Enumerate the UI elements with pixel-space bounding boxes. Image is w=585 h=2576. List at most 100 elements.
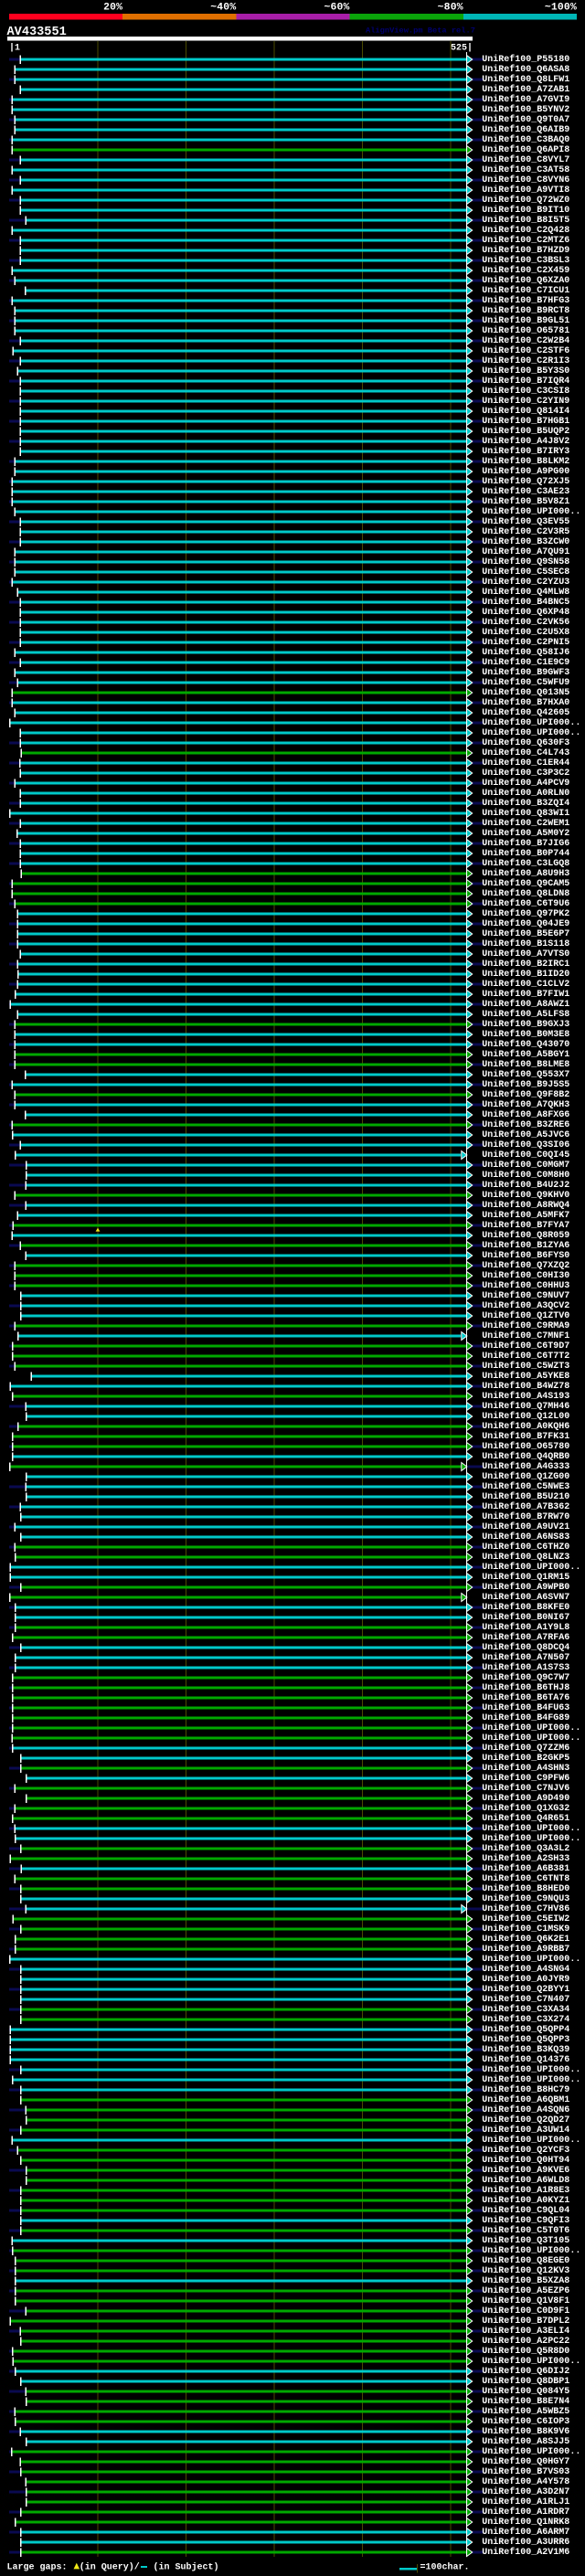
svg-text:UniRef100_Q8DCQ4: UniRef100_Q8DCQ4 <box>482 1642 569 1653</box>
svg-text:UniRef100_A5YKE8: UniRef100_A5YKE8 <box>482 1371 569 1382</box>
svg-text:UniRef100_C7HV86: UniRef100_C7HV86 <box>482 1903 569 1914</box>
svg-text:UniRef100_Q4R651: UniRef100_Q4R651 <box>482 1813 569 1824</box>
svg-text:UniRef100_B8HED0: UniRef100_B8HED0 <box>482 1883 569 1894</box>
svg-text:UniRef100_C1CLV2: UniRef100_C1CLV2 <box>482 979 569 990</box>
svg-text:UniRef100_C5NWE3: UniRef100_C5NWE3 <box>482 1481 569 1492</box>
svg-text:UniRef100_Q1ZTV0: UniRef100_Q1ZTV0 <box>482 1310 569 1321</box>
svg-text:UniRef100_A5JVC6: UniRef100_A5JVC6 <box>482 1129 569 1140</box>
svg-text:UniRef100_Q8LNZ3: UniRef100_Q8LNZ3 <box>482 1552 569 1563</box>
svg-text:UniRef100_Q12L00: UniRef100_Q12L00 <box>482 1411 569 1422</box>
svg-text:~40%: ~40% <box>210 3 236 14</box>
svg-text:UniRef100_Q5QPP3: UniRef100_Q5QPP3 <box>482 2034 569 2045</box>
svg-text:UniRef100_C6T9U6: UniRef100_C6T9U6 <box>482 898 569 909</box>
svg-text:UniRef100_Q04JE9: UniRef100_Q04JE9 <box>482 918 569 929</box>
svg-text:UniRef100_A6SVN7: UniRef100_A6SVN7 <box>482 1592 569 1603</box>
svg-text:UniRef100_Q814I4: UniRef100_Q814I4 <box>482 406 569 417</box>
svg-text:UniRef100_C3LGQ8: UniRef100_C3LGQ8 <box>482 858 569 869</box>
svg-text:UniRef100_Q8EGE0: UniRef100_Q8EGE0 <box>482 2255 569 2266</box>
svg-text:UniRef100_Q0HT94: UniRef100_Q0HT94 <box>482 2155 569 2166</box>
svg-text:UniRef100_UPI000..: UniRef100_UPI000.. <box>482 2074 580 2085</box>
svg-text:UniRef100_B7DPL2: UniRef100_B7DPL2 <box>482 2316 569 2327</box>
svg-text:UniRef100_Q6XP48: UniRef100_Q6XP48 <box>482 607 569 618</box>
svg-text:UniRef100_B7RW70: UniRef100_B7RW70 <box>482 1511 569 1522</box>
svg-text:UniRef100_C9NQU3: UniRef100_C9NQU3 <box>482 1893 569 1904</box>
svg-text:UniRef100_Q3T105: UniRef100_Q3T105 <box>482 2235 569 2246</box>
svg-text:UniRef100_A1RDR7: UniRef100_A1RDR7 <box>482 2507 569 2518</box>
svg-text:UniRef100_C2R1I3: UniRef100_C2R1I3 <box>482 355 569 366</box>
svg-text:UniRef100_Q0HGY7: UniRef100_Q0HGY7 <box>482 2456 569 2467</box>
svg-text:UniRef100_A7ZAB1: UniRef100_A7ZAB1 <box>482 84 569 95</box>
svg-text:UniRef100_A2PC22: UniRef100_A2PC22 <box>482 2336 569 2347</box>
svg-text:UniRef100_A4Y578: UniRef100_A4Y578 <box>482 2476 569 2487</box>
svg-text:UniRef100_Q58IJ6: UniRef100_Q58IJ6 <box>482 647 569 658</box>
svg-text:UniRef100_A0RLN0: UniRef100_A0RLN0 <box>482 788 569 799</box>
svg-text:UniRef100_A5EZP6: UniRef100_A5EZP6 <box>482 2285 569 2296</box>
svg-text:UniRef100_Q2BYY1: UniRef100_Q2BYY1 <box>482 1984 569 1995</box>
svg-text:UniRef100_Q9SN58: UniRef100_Q9SN58 <box>482 557 569 567</box>
svg-text:UniRef100_UPI000..: UniRef100_UPI000.. <box>482 2135 580 2146</box>
svg-text:UniRef100_A2V1M6: UniRef100_A2V1M6 <box>482 2547 569 2558</box>
svg-text:UniRef100_C1E9C9: UniRef100_C1E9C9 <box>482 657 569 668</box>
svg-text:UniRef100_UPI000..: UniRef100_UPI000.. <box>482 1733 580 1744</box>
svg-text:UniRef100_A6QBM1: UniRef100_A6QBM1 <box>482 2094 569 2105</box>
svg-text:UniRef100_Q8DBP1: UniRef100_Q8DBP1 <box>482 2376 569 2387</box>
svg-text:UniRef100_Q9T0A7: UniRef100_Q9T0A7 <box>482 114 569 125</box>
svg-text:UniRef100_Q5QPP4: UniRef100_Q5QPP4 <box>482 2024 569 2035</box>
svg-text:UniRef100_C3BSL3: UniRef100_C3BSL3 <box>482 255 569 266</box>
svg-text:UniRef100_Q72WZ0: UniRef100_Q72WZ0 <box>482 195 569 206</box>
svg-text:UniRef100_Q8LDN8: UniRef100_Q8LDN8 <box>482 888 569 899</box>
svg-text:UniRef100_A7GVI9: UniRef100_A7GVI9 <box>482 94 569 105</box>
svg-text:UniRef100_Q9C7W7: UniRef100_Q9C7W7 <box>482 1672 569 1683</box>
svg-text:UniRef100_UPI000..: UniRef100_UPI000.. <box>482 2064 580 2075</box>
svg-text:UniRef100_A2SH33: UniRef100_A2SH33 <box>482 1853 569 1864</box>
svg-text:UniRef100_UPI000..: UniRef100_UPI000.. <box>482 1562 580 1573</box>
svg-text:UniRef100_A9D490: UniRef100_A9D490 <box>482 1793 569 1804</box>
svg-text:~60%: ~60% <box>324 3 349 14</box>
svg-text:UniRef100_C0D9F1: UniRef100_C0D9F1 <box>482 2306 569 2316</box>
svg-text:UniRef100_B9J5S5: UniRef100_B9J5S5 <box>482 1079 569 1090</box>
svg-text:UniRef100_Q3EV55: UniRef100_Q3EV55 <box>482 516 569 527</box>
svg-text:UniRef100_A6B381: UniRef100_A6B381 <box>482 1863 569 1874</box>
svg-text:UniRef100_A7VTS0: UniRef100_A7VTS0 <box>482 949 569 959</box>
svg-text:UniRef100_A8SJJ5: UniRef100_A8SJJ5 <box>482 2436 569 2447</box>
svg-text:UniRef100_C6T7T2: UniRef100_C6T7T2 <box>482 1351 569 1362</box>
svg-text:UniRef100_Q6API8: UniRef100_Q6API8 <box>482 144 569 155</box>
svg-text:UniRef100_C6THZ0: UniRef100_C6THZ0 <box>482 1542 569 1553</box>
svg-text:UniRef100_Q6DIJ2: UniRef100_Q6DIJ2 <box>482 2366 569 2377</box>
svg-text:UniRef100_B1S118: UniRef100_B1S118 <box>482 938 569 949</box>
svg-text:(in Query)/: (in Query)/ <box>80 2562 140 2573</box>
svg-text:UniRef100_Q43070: UniRef100_Q43070 <box>482 1039 569 1050</box>
svg-text:UniRef100_Q3A3L2: UniRef100_Q3A3L2 <box>482 1843 569 1854</box>
svg-text:UniRef100_C0MGM7: UniRef100_C0MGM7 <box>482 1160 569 1171</box>
svg-text:UniRef100_B7HFG3: UniRef100_B7HFG3 <box>482 295 569 306</box>
svg-text:UniRef100_C1ER44: UniRef100_C1ER44 <box>482 758 569 769</box>
svg-text:UniRef100_B7IQR4: UniRef100_B7IQR4 <box>482 376 569 387</box>
svg-text:UniRef100_Q8R059: UniRef100_Q8R059 <box>482 1230 569 1241</box>
svg-text:UniRef100_B1ZYA6: UniRef100_B1ZYA6 <box>482 1240 569 1251</box>
svg-text:UniRef100_A3ELI4: UniRef100_A3ELI4 <box>482 2326 569 2337</box>
svg-text:UniRef100_C2YZU3: UniRef100_C2YZU3 <box>482 577 569 588</box>
svg-text:UniRef100_UPI000..: UniRef100_UPI000.. <box>482 1954 580 1965</box>
svg-text:UniRef100_Q7XZQ2: UniRef100_Q7XZQ2 <box>482 1260 569 1271</box>
svg-text:UniRef100_C5WZT3: UniRef100_C5WZT3 <box>482 1361 569 1372</box>
svg-text:UniRef100_B4FG89: UniRef100_B4FG89 <box>482 1712 569 1723</box>
svg-text:UniRef100_B0NI67: UniRef100_B0NI67 <box>482 1612 569 1623</box>
svg-text:UniRef100_A9RBB7: UniRef100_A9RBB7 <box>482 1944 569 1955</box>
svg-text:UniRef100_A7N507: UniRef100_A7N507 <box>482 1652 569 1663</box>
svg-text:UniRef100_B7HGB1: UniRef100_B7HGB1 <box>482 416 569 427</box>
svg-text:UniRef100_B7FIW1: UniRef100_B7FIW1 <box>482 989 569 1000</box>
svg-text:UniRef100_C0M8H0: UniRef100_C0M8H0 <box>482 1170 569 1181</box>
svg-text:UniRef100_B7JIG6: UniRef100_B7JIG6 <box>482 838 569 849</box>
svg-text:UniRef100_B8E7N4: UniRef100_B8E7N4 <box>482 2396 569 2407</box>
svg-text:UniRef100_C5SEC8: UniRef100_C5SEC8 <box>482 567 569 578</box>
svg-text:UniRef100_C2X459: UniRef100_C2X459 <box>482 265 569 276</box>
svg-text:UniRef100_C6TNT8: UniRef100_C6TNT8 <box>482 1873 569 1884</box>
svg-text:UniRef100_B0M3E8: UniRef100_B0M3E8 <box>482 1029 569 1040</box>
svg-text:UniRef100_A9KVE6: UniRef100_A9KVE6 <box>482 2165 569 2176</box>
svg-text:UniRef100_B8I5T5: UniRef100_B8I5T5 <box>482 215 569 226</box>
svg-text:UniRef100_B0P744: UniRef100_B0P744 <box>482 848 569 859</box>
svg-text:UniRef100_C0HHU3: UniRef100_C0HHU3 <box>482 1280 569 1291</box>
svg-text:UniRef100_B5U210: UniRef100_B5U210 <box>482 1491 569 1502</box>
svg-text:UniRef100_A0KYZ1: UniRef100_A0KYZ1 <box>482 2195 569 2206</box>
svg-text:UniRef100_C2VK56: UniRef100_C2VK56 <box>482 617 569 628</box>
